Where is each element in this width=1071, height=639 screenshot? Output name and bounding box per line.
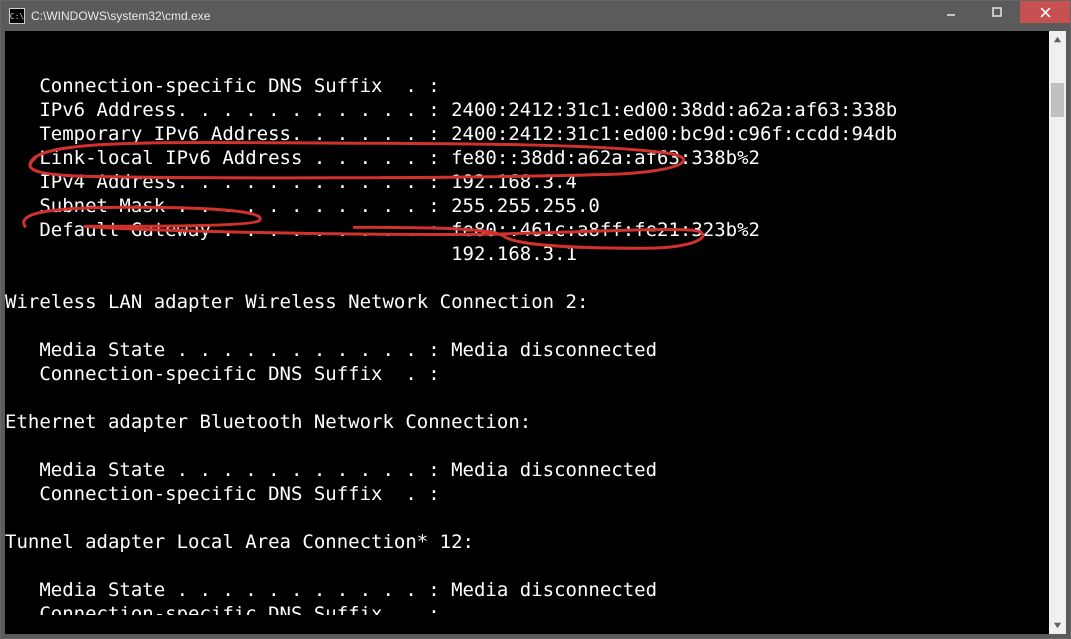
- scrollbar-thumb[interactable]: [1051, 83, 1064, 117]
- window-buttons: [928, 1, 1070, 31]
- cmd-icon-text: C:\: [10, 12, 24, 21]
- maximize-button[interactable]: [974, 1, 1020, 23]
- scrollbar-down-button[interactable]: [1049, 617, 1066, 634]
- client-area: Connection-specific DNS Suffix . : IPv6 …: [5, 31, 1066, 634]
- cmd-window: C:\ C:\WINDOWS\system32\cmd.exe Connecti…: [0, 0, 1071, 639]
- scrollbar-up-button[interactable]: [1049, 31, 1066, 48]
- minimize-button[interactable]: [928, 1, 974, 23]
- close-button[interactable]: [1020, 1, 1070, 23]
- titlebar[interactable]: C:\ C:\WINDOWS\system32\cmd.exe: [1, 1, 1070, 31]
- cmd-icon: C:\: [9, 8, 25, 24]
- terminal-output: Connection-specific DNS Suffix . : IPv6 …: [5, 50, 1049, 615]
- vertical-scrollbar[interactable]: [1049, 31, 1066, 634]
- window-title: C:\WINDOWS\system32\cmd.exe: [31, 9, 928, 23]
